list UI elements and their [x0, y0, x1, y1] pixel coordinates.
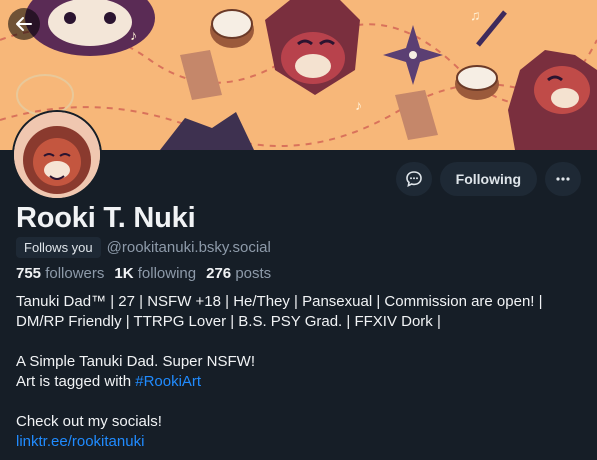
back-arrow-icon — [16, 17, 32, 31]
bio-line: A Simple Tanuki Dad. Super NSFW! — [16, 353, 255, 370]
display-name: Rooki T. Nuki — [16, 202, 196, 234]
message-button[interactable] — [395, 162, 432, 196]
followers-count: 755 — [16, 265, 42, 282]
bio-line: Art is tagged with #RookiArt — [16, 372, 586, 392]
following-button[interactable]: Following — [439, 162, 537, 196]
following-count: 1K — [114, 265, 134, 282]
svg-text:♪: ♪ — [130, 27, 137, 43]
avatar-image — [14, 112, 100, 198]
profile-actions: Following — [395, 162, 581, 196]
bio-line: Tanuki Dad™ | 27 | NSFW +18 | He/They | … — [16, 293, 543, 310]
svg-text:♪: ♪ — [355, 97, 362, 113]
bio-line: linktr.ee/rookitanuki — [16, 432, 586, 452]
avatar[interactable] — [12, 110, 102, 200]
chat-bubble-icon — [405, 171, 422, 188]
bio-text: Art is tagged with — [16, 373, 136, 390]
handle-row: Follows you @rookitanuki.bsky.social — [16, 237, 271, 258]
posts-count: 276 — [206, 265, 232, 282]
profile-stats: 755 followers 1K following 276 posts — [16, 265, 271, 282]
follows-you-badge: Follows you — [16, 237, 101, 258]
svg-text:♫: ♫ — [470, 7, 481, 23]
back-button[interactable] — [8, 8, 40, 40]
posts-stat: 276 posts — [206, 265, 271, 282]
profile-bio: Tanuki Dad™ | 27 | NSFW +18 | He/They | … — [16, 292, 586, 452]
linktree-link[interactable]: linktr.ee/rookitanuki — [16, 433, 144, 450]
more-options-icon — [556, 177, 570, 181]
following-label: following — [137, 265, 197, 282]
following-stat[interactable]: 1K following — [114, 265, 196, 282]
posts-label: posts — [235, 265, 272, 282]
more-options-button[interactable] — [545, 162, 581, 196]
hashtag-link[interactable]: #RookiArt — [135, 373, 201, 390]
bio-line: DM/RP Friendly | TTRPG Lover | B.S. PSY … — [16, 313, 441, 330]
followers-stat[interactable]: 755 followers — [16, 265, 104, 282]
bio-line: Check out my socials! — [16, 413, 162, 430]
followers-label: followers — [45, 265, 105, 282]
handle: @rookitanuki.bsky.social — [106, 239, 271, 256]
